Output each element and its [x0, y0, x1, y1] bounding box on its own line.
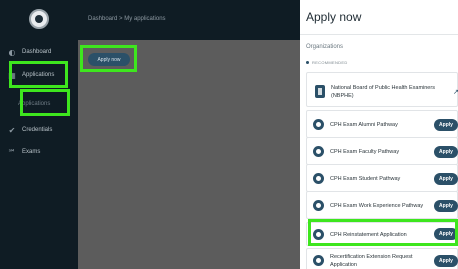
application-icon: [313, 119, 324, 130]
dashboard-icon: ◐: [8, 47, 16, 57]
application-card[interactable]: CPH Exam Student Pathway Apply: [306, 164, 458, 192]
apply-button[interactable]: Apply: [434, 200, 458, 212]
sidebar-item-label: Credentials: [22, 127, 53, 133]
main-content: [78, 40, 300, 269]
logo[interactable]: [29, 9, 49, 29]
apply-button[interactable]: Apply: [434, 146, 458, 158]
organization-card[interactable]: National Board of Public Health Examiner…: [306, 72, 458, 107]
external-link-icon[interactable]: ↗: [453, 88, 458, 96]
application-card[interactable]: CPH Exam Alumni Pathway Apply: [306, 110, 458, 138]
sidebar-item-label: Exams: [22, 149, 41, 155]
application-icon: [313, 146, 324, 157]
apply-button[interactable]: Apply: [434, 173, 458, 185]
application-name: CPH Exam Student Pathway: [330, 176, 401, 182]
breadcrumb: Dashboard > My applications: [88, 16, 166, 22]
highlight-box-reinstatement: [308, 219, 458, 246]
organization-icon: [315, 85, 325, 98]
section-title: Organizations: [306, 44, 344, 50]
exams-icon: ℠: [7, 147, 17, 157]
organization-name: National Board of Public Health Examiner…: [331, 85, 435, 99]
application-card[interactable]: CPH Exam Faculty Pathway Apply: [306, 137, 458, 165]
sidebar-item-credentials[interactable]: ✔ Credentials: [0, 122, 78, 138]
application-icon: [313, 173, 324, 184]
sidebar-item-exams[interactable]: ℠ Exams: [0, 144, 78, 160]
application-card[interactable]: Recertification Extension Request Applic…: [306, 248, 458, 269]
credentials-icon: ✔: [8, 125, 16, 135]
divider: [300, 34, 458, 35]
sidebar-item-dashboard[interactable]: ◐ Dashboard: [0, 44, 78, 60]
application-card[interactable]: CPH Exam Work Experience Pathway Apply: [306, 191, 458, 219]
recommended-dot-icon: [306, 61, 309, 65]
apply-button[interactable]: Apply: [434, 119, 458, 131]
application-name: CPH Exam Faculty Pathway: [330, 149, 400, 155]
highlight-box-applications: [9, 61, 68, 88]
application-name: CPH Exam Alumni Pathway: [330, 122, 398, 128]
highlight-box-sub-applications: [20, 89, 70, 116]
highlight-box-apply-now: [80, 45, 137, 72]
application-name: CPH Exam Work Experience Pathway: [330, 203, 424, 209]
application-icon: [313, 200, 324, 211]
application-icon: [313, 255, 324, 266]
recommended-label: RECOMMENDED: [306, 60, 348, 65]
panel-title: Apply now: [306, 10, 362, 24]
application-name: Recertification Extension Request Applic…: [330, 254, 413, 268]
apply-button[interactable]: Apply: [434, 255, 458, 267]
sidebar-item-label: Dashboard: [22, 49, 52, 55]
